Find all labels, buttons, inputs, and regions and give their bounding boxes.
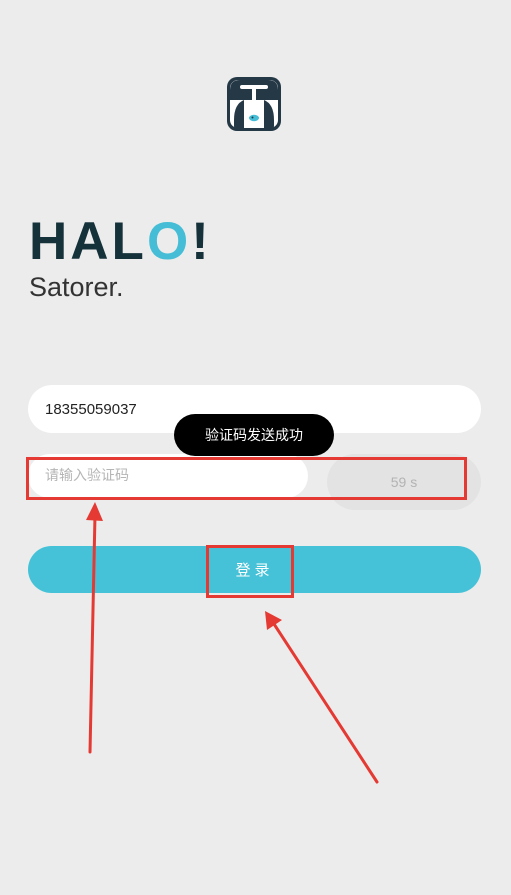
hero-title-end: ! xyxy=(191,212,212,271)
annotation-box-login xyxy=(206,545,294,598)
app-logo-icon xyxy=(227,77,281,131)
toast-message: 验证码发送成功 xyxy=(174,414,334,456)
hero-title: HALO! xyxy=(29,214,212,270)
annotation-arrow-left xyxy=(86,502,103,754)
hero-subtitle: Satorer. xyxy=(29,272,124,302)
hero-title-accent: O xyxy=(146,212,192,271)
annotation-box-code xyxy=(26,457,467,500)
hero-title-main: HAL xyxy=(29,212,147,271)
login-screen: HALO! Satorer. 18355059037 59 s 验证码发送成功 … xyxy=(0,0,511,895)
annotation-arrow-right xyxy=(265,611,379,784)
